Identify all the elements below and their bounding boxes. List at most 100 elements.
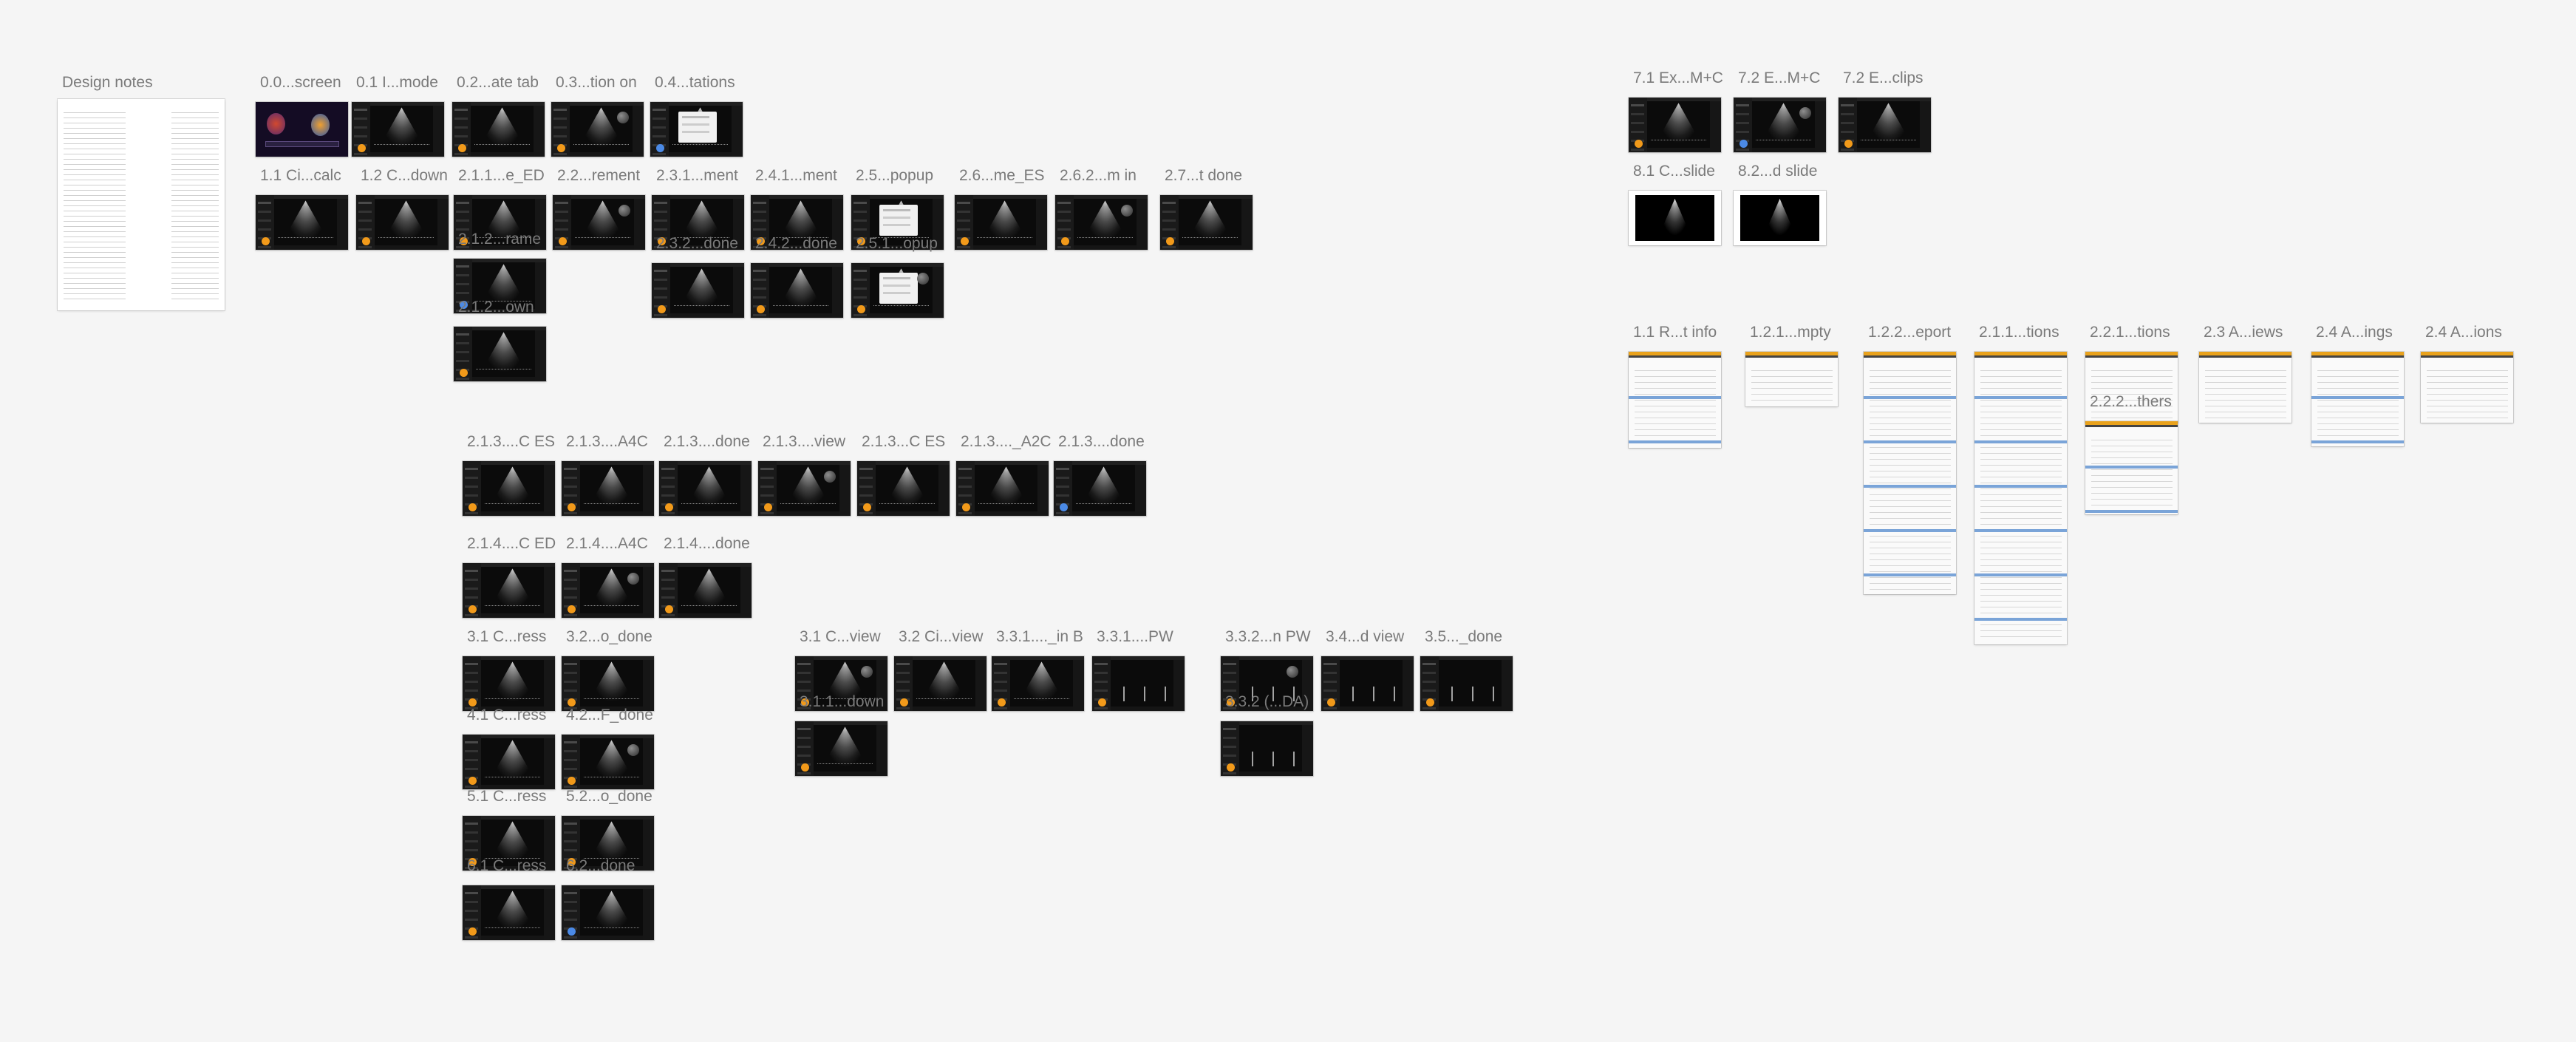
frame-label: 2.1.3....C ES xyxy=(467,433,556,450)
frame-thumbnail[interactable] xyxy=(562,461,654,516)
frame-thumbnail[interactable] xyxy=(356,195,449,250)
frame-label: 2.1.4....C ED xyxy=(467,535,556,552)
frame-thumbnail[interactable] xyxy=(463,735,555,789)
frame-label: 2.5.1...opup xyxy=(856,235,938,252)
frame-label: 2.1.4....done xyxy=(664,535,750,552)
frame-label: 3.5..._done xyxy=(1425,628,1503,645)
frame-label: 3.3.1....PW xyxy=(1097,628,1173,645)
frame-thumbnail[interactable] xyxy=(553,195,645,250)
design-canvas[interactable]: Design notes 0.0...screen 0.1 I...mode 0.2… xyxy=(0,0,2576,1042)
frame-label: 2.3.2...done xyxy=(656,235,738,252)
frame-label: 1.1 R...t info xyxy=(1633,324,1717,341)
frame-label: 1.2.2...eport xyxy=(1868,324,1952,341)
frame-label: 2.1.3....A4C xyxy=(566,433,648,450)
frame-label: 0.1 I...mode xyxy=(356,74,438,91)
frame-label: 2.1.1...e_ED xyxy=(458,167,545,184)
frame-label: 3.3.1...._in B xyxy=(996,628,1083,645)
frame-label: 5.2...o_done xyxy=(566,788,652,805)
frame-thumbnail[interactable] xyxy=(256,102,348,157)
frame-thumbnail[interactable] xyxy=(2421,352,2513,423)
design-notes-document[interactable] xyxy=(58,99,225,310)
frame-thumbnail[interactable] xyxy=(452,102,545,157)
frame-label: 3.3.2 (...DA) xyxy=(1225,693,1309,710)
frame-label: 2.1.3....done xyxy=(1058,433,1145,450)
frame-thumbnail[interactable] xyxy=(551,102,644,157)
frame-label: 6.2...done xyxy=(566,857,636,874)
frame-thumbnail[interactable] xyxy=(1092,656,1185,711)
frame-thumbnail[interactable] xyxy=(1974,352,2067,644)
frame-label: 2.1.2...rame xyxy=(458,231,542,248)
frame-label: 0.0...screen xyxy=(260,74,341,91)
frame-thumbnail[interactable] xyxy=(352,102,444,157)
frame-thumbnail[interactable] xyxy=(751,263,843,318)
frame-thumbnail[interactable] xyxy=(1420,656,1513,711)
frame-label: Design notes xyxy=(62,74,153,91)
frame-label: 3.1.1...down xyxy=(800,693,885,710)
frame-label: 0.4...tations xyxy=(655,74,735,91)
frame-thumbnail[interactable] xyxy=(1629,191,1721,245)
frame-thumbnail[interactable] xyxy=(256,195,348,250)
frame-thumbnail[interactable] xyxy=(2199,352,2292,423)
frame-thumbnail[interactable] xyxy=(463,656,555,711)
frame-label: 2.6...me_ES xyxy=(959,167,1045,184)
frame-label: 6.1 C...ress xyxy=(467,857,547,874)
frame-thumbnail[interactable] xyxy=(652,263,744,318)
frame-thumbnail[interactable] xyxy=(758,461,851,516)
frame-thumbnail[interactable] xyxy=(1734,191,1826,245)
frame-label: 7.1 Ex...M+C xyxy=(1633,69,1723,86)
frame-label: 2.4 A...ions xyxy=(2425,324,2502,341)
frame-label: 2.1.3....done xyxy=(664,433,750,450)
frame-label: 2.2.1...tions xyxy=(2090,324,2170,341)
frame-thumbnail[interactable] xyxy=(562,735,654,789)
frame-thumbnail[interactable] xyxy=(454,327,546,381)
frame-thumbnail[interactable] xyxy=(1839,98,1931,152)
frame-label: 2.2...rement xyxy=(557,167,641,184)
frame-thumbnail[interactable] xyxy=(1864,352,1956,594)
frame-thumbnail[interactable] xyxy=(2085,352,2178,423)
frame-thumbnail[interactable] xyxy=(562,885,654,940)
frame-label: 2.6.2...m in xyxy=(1060,167,1137,184)
frame-thumbnail[interactable] xyxy=(956,461,1049,516)
frame-label: 2.1.2...own xyxy=(458,299,534,316)
frame-thumbnail[interactable] xyxy=(562,563,654,618)
frame-label: 3.4...d view xyxy=(1326,628,1405,645)
frame-thumbnail[interactable] xyxy=(2085,421,2178,514)
frame-thumbnail[interactable] xyxy=(1160,195,1253,250)
frame-label: 1.2 C...down xyxy=(361,167,448,184)
frame-thumbnail[interactable] xyxy=(1629,98,1721,152)
frame-thumbnail[interactable] xyxy=(992,656,1084,711)
frame-thumbnail[interactable] xyxy=(463,461,555,516)
frame-label: 2.4.1...ment xyxy=(755,167,837,184)
frame-thumbnail[interactable] xyxy=(1745,352,1838,406)
frame-thumbnail[interactable] xyxy=(650,102,743,157)
frame-thumbnail[interactable] xyxy=(562,656,654,711)
frame-label: 2.4 A...ings xyxy=(2316,324,2393,341)
frame-thumbnail[interactable] xyxy=(851,263,944,318)
frame-thumbnail[interactable] xyxy=(463,563,555,618)
frame-thumbnail[interactable] xyxy=(463,885,555,940)
frame-label: 1.1 Ci...calc xyxy=(260,167,341,184)
frame-label: 4.1 C...ress xyxy=(467,706,547,723)
frame-thumbnail[interactable] xyxy=(1321,656,1414,711)
frame-thumbnail[interactable] xyxy=(857,461,950,516)
frame-thumbnail[interactable] xyxy=(1221,721,1313,776)
frame-label: 3.1 C...ress xyxy=(467,628,547,645)
frame-label: 2.4.2...done xyxy=(755,235,837,252)
frame-thumbnail[interactable] xyxy=(1055,195,1148,250)
frame-label: 2.2.2...thers xyxy=(2090,393,2172,410)
frame-label: 2.1.3....view xyxy=(763,433,846,450)
frame-label: 2.1.1...tions xyxy=(1979,324,2059,341)
frame-label: 0.2...ate tab xyxy=(457,74,539,91)
frame-thumbnail[interactable] xyxy=(955,195,1047,250)
frame-thumbnail[interactable] xyxy=(1054,461,1146,516)
frame-thumbnail[interactable] xyxy=(659,563,752,618)
frame-thumbnail[interactable] xyxy=(1629,352,1721,448)
frame-label: 8.2...d slide xyxy=(1738,163,1818,180)
frame-thumbnail[interactable] xyxy=(795,721,887,776)
frame-label: 0.3...tion on xyxy=(556,74,637,91)
frame-thumbnail[interactable] xyxy=(1734,98,1826,152)
frame-thumbnail[interactable] xyxy=(2311,352,2404,446)
frame-label: 5.1 C...ress xyxy=(467,788,547,805)
frame-thumbnail[interactable] xyxy=(894,656,987,711)
frame-thumbnail[interactable] xyxy=(659,461,752,516)
